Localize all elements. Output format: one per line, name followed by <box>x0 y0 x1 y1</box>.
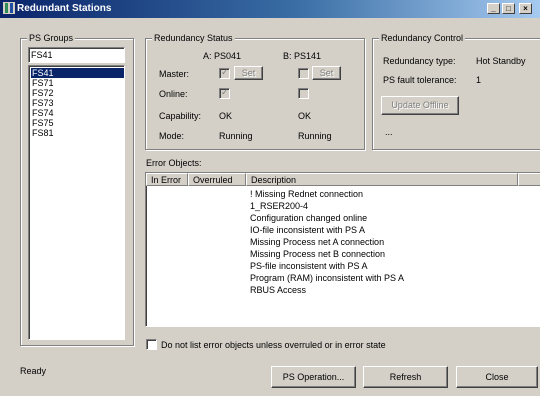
close-icon: × <box>523 4 528 13</box>
set-master-a-button[interactable]: Set <box>234 66 263 80</box>
column-header-filler <box>518 173 540 186</box>
list-item[interactable]: FS71 <box>31 78 124 88</box>
close-button[interactable]: Close <box>456 366 538 388</box>
checkmark-icon: ✓ <box>221 87 229 97</box>
control-more-indicator: ... <box>385 127 393 137</box>
ps-group-filter-value: FS41 <box>31 50 53 60</box>
list-item[interactable]: FS75 <box>31 118 124 128</box>
refresh-button[interactable]: Refresh <box>363 366 448 388</box>
ps-groups-legend: PS Groups <box>27 33 76 43</box>
redundancy-status-group: Redundancy Status A: PS041 B: PS141 Mast… <box>145 33 365 150</box>
list-item[interactable]: FS41 <box>31 68 124 78</box>
error-filter-label[interactable]: Do not list error objects unless overrul… <box>161 340 386 350</box>
ps-group-filter-input[interactable]: FS41 <box>28 47 125 63</box>
master-label: Master: <box>159 69 190 79</box>
station-b-header: B: PS141 <box>283 51 322 61</box>
table-row[interactable]: Missing Process net B connection <box>250 249 385 259</box>
list-item[interactable]: FS81 <box>31 128 124 138</box>
redundancy-type-value: Hot Standby <box>476 56 526 66</box>
table-row[interactable]: Program (RAM) inconsistent with PS A <box>250 273 404 283</box>
error-objects-table[interactable]: In Error Overruled Description ! Missing… <box>145 172 540 327</box>
app-icon <box>3 2 15 14</box>
title-bar[interactable]: Redundant Stations _ □ × <box>0 0 540 18</box>
list-item[interactable]: FS72 <box>31 88 124 98</box>
list-item[interactable]: FS73 <box>31 98 124 108</box>
window-title: Redundant Stations <box>17 3 112 14</box>
capability-a-value: OK <box>219 111 233 121</box>
maximize-button[interactable]: □ <box>502 3 515 14</box>
station-a-header: A: PS041 <box>203 51 242 61</box>
table-row[interactable]: Configuration changed online <box>250 213 367 223</box>
error-filter-checkbox[interactable] <box>146 339 157 350</box>
minimize-button[interactable]: _ <box>487 3 500 14</box>
table-row[interactable]: RBUS Access <box>250 285 306 295</box>
list-item[interactable]: FS74 <box>31 108 124 118</box>
minimize-icon: _ <box>491 4 496 13</box>
column-header-overruled[interactable]: Overruled <box>188 173 246 186</box>
fault-tolerance-label: PS fault tolerance: <box>383 75 457 85</box>
redundancy-control-legend: Redundancy Control <box>379 33 466 43</box>
online-b-checkbox <box>298 88 309 99</box>
redundancy-control-group: Redundancy Control Redundancy type: Hot … <box>372 33 540 150</box>
online-label: Online: <box>159 89 188 99</box>
table-row[interactable]: Missing Process net A connection <box>250 237 384 247</box>
table-row[interactable]: PS-file inconsistent with PS A <box>250 261 368 271</box>
master-b-checkbox <box>298 68 309 79</box>
column-header-description[interactable]: Description <box>246 173 518 186</box>
checkmark-icon: ✓ <box>221 67 229 77</box>
redundancy-status-legend: Redundancy Status <box>152 33 235 43</box>
mode-label: Mode: <box>159 131 185 141</box>
table-row[interactable]: 1_RSER200-4 <box>250 201 308 211</box>
ps-groups-group: PS Groups FS41 FS41 FS71 FS72 FS73 FS74 … <box>20 33 134 346</box>
set-master-b-button[interactable]: Set <box>312 66 341 80</box>
status-text: Ready <box>20 366 47 376</box>
update-offline-button[interactable]: Update Offline <box>381 96 459 115</box>
column-header-in-error[interactable]: In Error <box>146 173 188 186</box>
table-row[interactable]: ! Missing Rednet connection <box>250 189 363 199</box>
close-window-button[interactable]: × <box>519 3 532 14</box>
capability-label: Capability: <box>159 111 202 121</box>
ps-operation-button[interactable]: PS Operation... <box>271 366 356 388</box>
capability-b-value: OK <box>298 111 312 121</box>
master-a-checkbox: ✓ <box>219 67 230 79</box>
mode-b-value: Running <box>298 131 332 141</box>
fault-tolerance-value: 1 <box>476 75 482 85</box>
online-a-checkbox: ✓ <box>219 87 230 99</box>
maximize-icon: □ <box>506 4 511 13</box>
ps-groups-list[interactable]: FS41 FS71 FS72 FS73 FS74 FS75 FS81 <box>28 65 125 340</box>
redundancy-type-label: Redundancy type: <box>383 56 456 66</box>
mode-a-value: Running <box>219 131 253 141</box>
error-objects-label: Error Objects: <box>146 158 202 168</box>
table-row[interactable]: IO-file inconsistent with PS A <box>250 225 365 235</box>
